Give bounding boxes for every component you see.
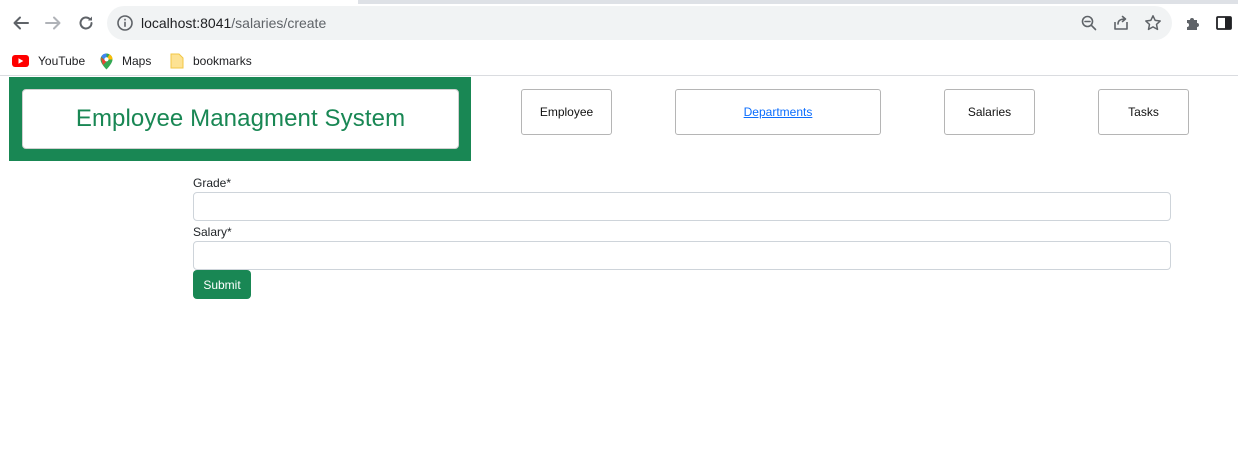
- nav-label: Employee: [539, 105, 594, 119]
- address-bar[interactable]: localhost:8041/salaries/create: [107, 6, 1172, 40]
- bookmark-label: bookmarks: [193, 54, 252, 68]
- grade-input[interactable]: [193, 192, 1171, 221]
- reload-button[interactable]: [74, 11, 98, 35]
- brand-banner: Employee Managment System: [9, 77, 471, 161]
- url-text[interactable]: localhost:8041/salaries/create: [141, 14, 326, 32]
- zoom-out-icon: [1081, 15, 1097, 31]
- tab-strip: [0, 0, 1238, 4]
- bookmark-folder[interactable]: bookmarks: [170, 50, 252, 72]
- star-icon: [1145, 15, 1161, 31]
- youtube-icon: [12, 55, 29, 67]
- salary-create-form: Grade* Salary* Submit: [193, 176, 1171, 299]
- bookmark-youtube[interactable]: YouTube: [12, 50, 85, 72]
- url-host: localhost:8041: [141, 15, 232, 31]
- nav-salaries[interactable]: Salaries: [944, 89, 1035, 135]
- salary-input[interactable]: [193, 241, 1171, 270]
- browser-toolbar: localhost:8041/salaries/create: [0, 0, 1238, 45]
- arrow-right-icon: [45, 16, 61, 30]
- submit-button[interactable]: Submit: [193, 270, 251, 299]
- nav-employee[interactable]: Employee: [521, 89, 612, 135]
- forward-button[interactable]: [41, 11, 65, 35]
- nav-departments[interactable]: Departments: [675, 89, 881, 135]
- maps-pin-icon: [100, 53, 113, 69]
- bookmark-label: Maps: [122, 54, 152, 68]
- grade-label: Grade*: [193, 176, 232, 190]
- brand-box: Employee Managment System: [22, 89, 459, 149]
- extensions-button[interactable]: [1181, 11, 1205, 35]
- bookmark-star-button[interactable]: [1143, 13, 1163, 33]
- folder-icon: [170, 53, 184, 69]
- nav-tasks[interactable]: Tasks: [1098, 89, 1189, 135]
- back-button[interactable]: [9, 11, 33, 35]
- zoom-button[interactable]: [1079, 13, 1099, 33]
- side-panel-button[interactable]: [1212, 11, 1236, 35]
- puzzle-icon: [1187, 18, 1199, 30]
- bookmark-label: YouTube: [38, 54, 86, 68]
- reload-icon: [79, 16, 93, 30]
- arrow-left-icon: [13, 16, 29, 30]
- side-panel-icon: [1216, 16, 1232, 30]
- url-path: /salaries/create: [231, 15, 327, 31]
- site-info-icon[interactable]: [116, 14, 134, 32]
- bookmark-maps[interactable]: Maps: [100, 50, 151, 72]
- share-button[interactable]: [1111, 13, 1131, 33]
- page-content: Employee Managment System Employee Depar…: [0, 77, 1238, 462]
- nav-label: Salaries: [967, 105, 1012, 119]
- share-icon: [1114, 15, 1128, 30]
- nav-label: Departments: [743, 105, 813, 119]
- bookmarks-bar: YouTube Maps bookmarks: [0, 45, 1238, 76]
- nav-label: Tasks: [1128, 105, 1159, 119]
- salary-label: Salary*: [193, 225, 232, 239]
- brand-title: Employee Managment System: [75, 105, 406, 132]
